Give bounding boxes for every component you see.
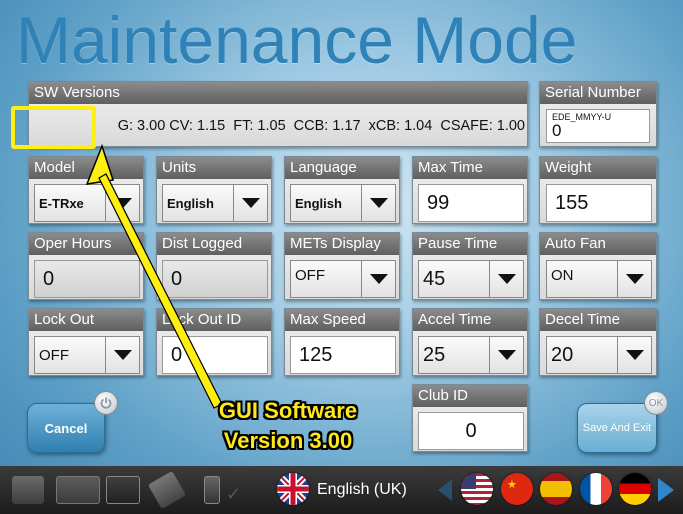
china-flag-icon[interactable]: ★ [501,473,533,505]
annotation-line-2: Version 3.00 [223,428,353,453]
language-label[interactable]: English (UK) [317,481,407,499]
tv-icon[interactable] [106,476,140,504]
nike-icon[interactable]: ✓ [226,484,241,505]
exit-door-icon[interactable] [12,476,44,504]
germany-flag-icon[interactable] [619,473,651,505]
france-flag-icon[interactable] [580,473,612,505]
annotation-line-1: GUI Software [218,398,358,423]
spain-flag-icon[interactable] [540,473,572,505]
ipod-icon[interactable] [204,476,220,504]
us-flag-icon[interactable] [461,473,493,505]
annotation-label: GUI Software Version 3.00 [212,396,364,456]
uk-flag-icon[interactable] [277,473,309,505]
arrow-right-icon[interactable] [658,478,674,502]
keypad-icon[interactable] [56,476,100,504]
arrow-left-icon[interactable] [438,479,452,501]
